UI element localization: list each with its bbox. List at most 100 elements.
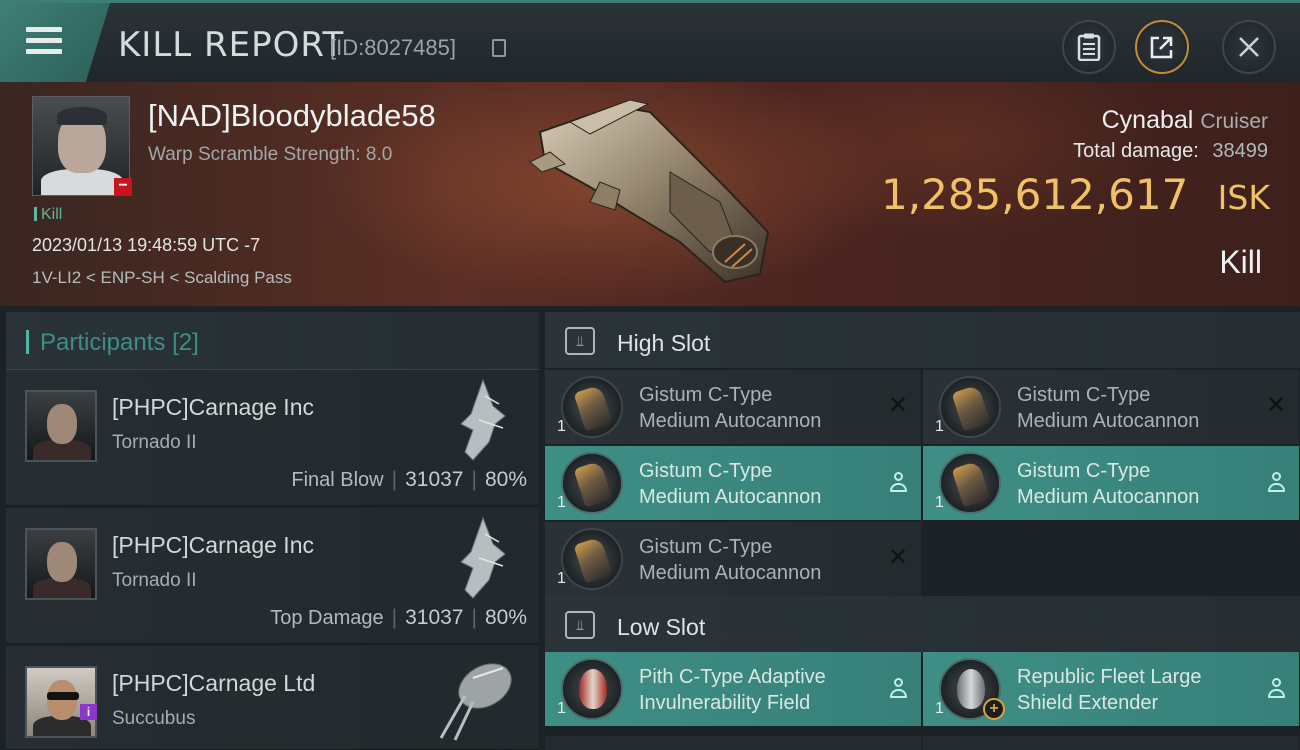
module-item[interactable]: 1 Gistum C-Type Medium Autocannon — [545, 446, 921, 520]
participant-row[interactable]: i [PHPC]Carnage Ltd Succubus — [6, 646, 539, 750]
share-button[interactable] — [1135, 20, 1189, 74]
module-name: Gistum C-Type Medium Autocannon — [1017, 384, 1200, 432]
header-bar: KILL REPORT [ID:8027485] — [0, 0, 1300, 82]
victim-ship-name: Cynabal — [1101, 106, 1194, 134]
module-quantity: 1 — [557, 418, 566, 435]
avatar[interactable] — [25, 666, 97, 738]
total-damage-label: Total damage: — [1073, 140, 1199, 162]
victim-banner: − [NAD]Bloodyblade58 Warp Scramble Stren… — [0, 82, 1300, 306]
avatar[interactable] — [25, 528, 97, 600]
participant-row[interactable]: [PHPC]Carnage Inc Tornado II Top Damage |… — [6, 508, 539, 644]
victim-ship[interactable]: Cynabal Cruiser — [1102, 106, 1268, 135]
high-slot-header: ⫫ High Slot — [545, 312, 1300, 368]
module-quantity: 1 — [557, 700, 566, 717]
dropped-person-icon — [889, 678, 907, 698]
module-item[interactable]: 1 Pith C-Type Adaptive Invulnerability Fi… — [545, 652, 921, 726]
ship-icon — [439, 663, 512, 741]
participants-title: Participants [2] — [40, 329, 199, 356]
menu-button[interactable] — [0, 3, 110, 82]
module-name: Republic Fleet Large Shield Extender — [1017, 666, 1202, 714]
module-quantity: 1 — [935, 700, 944, 717]
close-button[interactable] — [1222, 20, 1276, 74]
autocannon-icon — [561, 528, 623, 590]
module-item[interactable]: 1 Gistum C-Type Medium Autocannon ✕ — [923, 370, 1299, 444]
victim-ship-render[interactable] — [520, 92, 780, 292]
participant-ship: Tornado II — [112, 432, 197, 453]
warp-scramble-strength: Warp Scramble Strength: 8.0 — [148, 144, 393, 165]
hostile-standing-icon: − — [114, 178, 132, 196]
victim-name[interactable]: [NAD]Bloodyblade58 — [148, 98, 436, 134]
high-slot-title: High Slot — [617, 330, 711, 356]
participants-panel: Participants [2] [PHPC]Carnage Inc Torna… — [0, 306, 541, 750]
kill-id: [ID:8027485] — [330, 35, 456, 60]
clipboard-button[interactable] — [1062, 20, 1116, 74]
invulnerability-field-icon — [561, 658, 623, 720]
low-slot-icon: ⫫ — [565, 611, 595, 639]
high-slot-icon: ⫫ — [565, 327, 595, 355]
participant-role: Top Damage — [270, 607, 384, 629]
share-icon — [1150, 36, 1173, 59]
module-name: Gistum C-Type Medium Autocannon — [639, 460, 822, 508]
participant-name: [PHPC]Carnage Inc — [112, 532, 314, 558]
dropped-person-icon — [889, 472, 907, 492]
participant-damage: 31037 — [405, 468, 464, 491]
participant-name: [PHPC]Carnage Ltd — [112, 670, 316, 696]
close-icon — [1239, 37, 1259, 57]
page-title: KILL REPORT — [118, 25, 345, 65]
copy-icon[interactable] — [492, 39, 506, 57]
module-item[interactable]: 1 Gistum C-Type Medium Autocannon ✕ — [545, 370, 921, 444]
destroyed-icon: ✕ — [887, 544, 909, 571]
module-item[interactable]: + 1 Republic Fleet Large Shield Extender — [923, 652, 1299, 726]
module-name: Gistum C-Type Medium Autocannon — [639, 384, 822, 432]
avatar[interactable] — [25, 390, 97, 462]
dropped-person-icon — [1267, 678, 1285, 698]
module-quantity: 1 — [557, 570, 566, 587]
module-quantity: 1 — [935, 494, 944, 511]
participant-percent: 80% — [484, 468, 527, 491]
low-slot-header: ⫫ Low Slot — [545, 596, 1300, 652]
isk-value: 1,285,612,617 ISK — [881, 170, 1270, 219]
module-name: Gistum C-Type Medium Autocannon — [639, 536, 822, 584]
isk-unit: ISK — [1217, 178, 1270, 217]
module-item[interactable]: 1 Gistum C-Type Medium Autocannon — [923, 446, 1299, 520]
kill-location[interactable]: 1V-LI2 < ENP-SH < Scalding Pass — [32, 268, 292, 288]
module-item-partial[interactable] — [923, 736, 1299, 750]
destroyed-icon: ✕ — [1265, 392, 1287, 419]
total-damage: Total damage: 38499 — [1073, 140, 1268, 163]
kill-tag-label: Kill — [41, 206, 63, 223]
participant-role: Final Blow — [291, 469, 384, 491]
participant-stats: Top Damage | 31037 | 80% — [270, 606, 527, 629]
participant-damage: 31037 — [405, 606, 464, 629]
isk-amount: 1,285,612,617 — [881, 170, 1189, 219]
autocannon-icon — [561, 376, 623, 438]
destroyed-icon: ✕ — [887, 392, 909, 419]
kill-marker-icon — [34, 207, 37, 221]
module-name: Pith C-Type Adaptive Invulnerability Fiel… — [639, 666, 826, 714]
kill-datetime: 2023/01/13 19:48:59 UTC -7 — [32, 235, 261, 255]
module-item[interactable]: 1 Gistum C-Type Medium Autocannon ✕ — [545, 522, 921, 596]
participants-header: Participants [2] — [6, 312, 539, 370]
shield-extender-icon: + — [939, 658, 1005, 720]
participant-percent: 80% — [484, 606, 527, 629]
module-quantity: 1 — [935, 418, 944, 435]
autocannon-icon — [561, 452, 623, 514]
participant-name: [PHPC]Carnage Inc — [112, 394, 314, 420]
module-name: Gistum C-Type Medium Autocannon — [1017, 460, 1200, 508]
autocannon-icon — [939, 452, 1001, 514]
hamburger-menu-icon[interactable] — [26, 27, 62, 57]
module-item-partial[interactable] — [545, 736, 921, 750]
clipboard-icon — [1077, 33, 1101, 61]
module-quantity: 1 — [557, 494, 566, 511]
fitting-panel: ⫫ High Slot 1 Gistum C-Type Medium Autoca… — [541, 306, 1300, 750]
participant-row[interactable]: [PHPC]Carnage Inc Tornado II Final Blow |… — [6, 370, 539, 506]
participant-ship: Tornado II — [112, 570, 197, 591]
ship-icon — [460, 516, 506, 599]
dropped-person-icon — [1267, 472, 1285, 492]
participant-stats: Final Blow | 31037 | 80% — [291, 468, 527, 491]
total-damage-value: 38499 — [1212, 140, 1268, 162]
low-slot-title: Low Slot — [617, 614, 706, 640]
kill-result: Kill — [1219, 244, 1262, 280]
ship-icon — [460, 378, 506, 461]
info-badge-icon: i — [80, 704, 97, 720]
kill-tag: Kill — [34, 206, 62, 224]
